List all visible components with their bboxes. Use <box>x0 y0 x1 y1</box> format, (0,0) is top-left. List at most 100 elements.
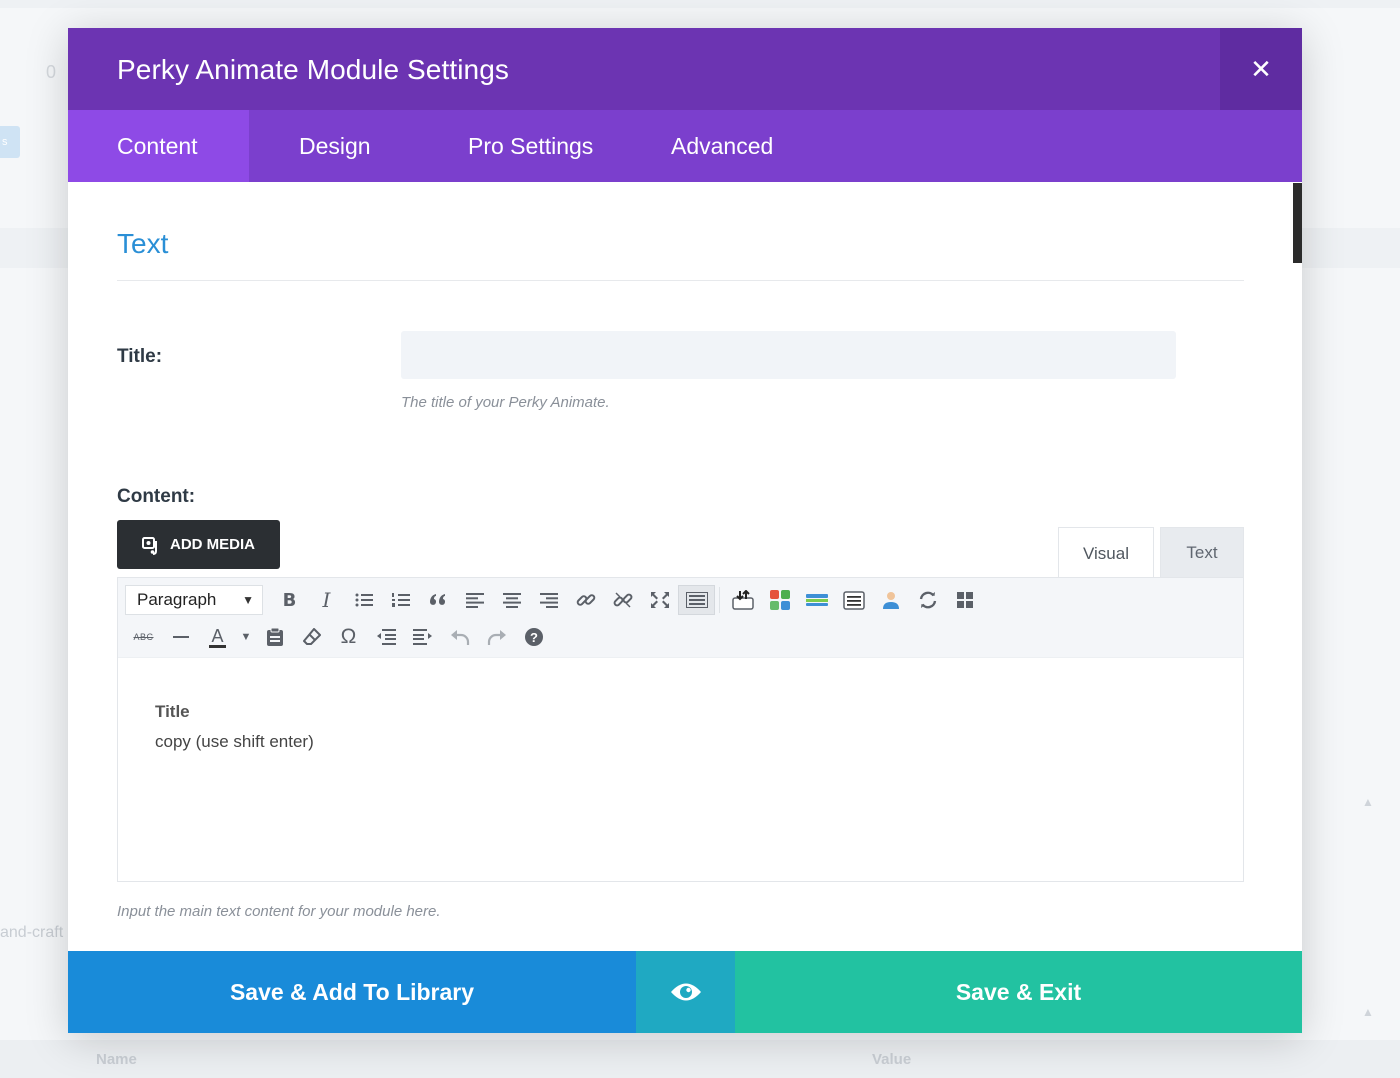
media-icon <box>142 535 162 555</box>
tab-pro-settings[interactable]: Pro Settings <box>429 110 651 182</box>
format-select-value: Paragraph <box>137 590 217 609</box>
chevron-down-icon: ▼ <box>242 593 254 607</box>
section-divider <box>117 280 1244 281</box>
text-color-dropdown[interactable]: ▼ <box>236 622 256 652</box>
bullet-list-icon <box>355 593 373 607</box>
horizontal-line-button[interactable] <box>162 622 199 652</box>
blockquote-icon <box>429 594 445 605</box>
tab-advanced[interactable]: Advanced <box>651 110 891 182</box>
stripes-icon <box>805 594 828 606</box>
title-label: Title: <box>117 346 163 367</box>
help-icon: ? <box>524 628 543 646</box>
background-footer <box>0 1040 1400 1078</box>
editor-toolbar: Paragraph ▼ B I ABC A ▼ Ω ? <box>118 578 1243 658</box>
align-left-button[interactable] <box>456 585 493 615</box>
help-button[interactable]: ? <box>515 622 552 652</box>
undo-icon <box>450 630 469 645</box>
redo-button[interactable] <box>478 622 515 652</box>
content-label: Content: <box>117 486 196 507</box>
tab-content[interactable]: Content <box>68 110 249 182</box>
unlink-icon <box>613 592 632 608</box>
text-color-icon: A <box>209 625 226 648</box>
align-center-button[interactable] <box>493 585 530 615</box>
content-hint: Input the main text content for your mod… <box>117 903 441 920</box>
scrollbar-thumb[interactable] <box>1293 183 1302 263</box>
outdent-button[interactable] <box>367 622 404 652</box>
close-button[interactable]: ✕ <box>1220 28 1302 110</box>
format-select[interactable]: Paragraph ▼ <box>125 585 263 615</box>
preview-button[interactable] <box>636 951 735 1033</box>
grid-icon <box>956 592 973 608</box>
fullscreen-icon <box>650 592 669 608</box>
upload-icon <box>731 590 754 610</box>
background-arrow-icon: ▲ <box>1362 1005 1374 1019</box>
strikethrough-button[interactable]: ABC <box>125 622 162 652</box>
editor-body-copy: copy (use shift enter) <box>155 732 314 751</box>
paste-text-button[interactable] <box>256 622 293 652</box>
toolbar-separator <box>719 587 720 613</box>
background-col-name: Name <box>96 1051 137 1068</box>
tab-design[interactable]: Design <box>249 110 429 182</box>
title-input[interactable] <box>401 331 1176 379</box>
horizontal-line-icon <box>172 636 189 638</box>
redo-icon <box>487 630 506 645</box>
editor-tab-text[interactable]: Text <box>1160 527 1244 578</box>
save-add-to-library-button[interactable]: Save & Add To Library <box>68 951 636 1033</box>
add-media-button[interactable]: ADD MEDIA <box>117 520 280 569</box>
omega-icon: Ω <box>340 625 357 648</box>
align-center-icon <box>502 592 521 608</box>
background-chip: s <box>0 126 20 158</box>
undo-button[interactable] <box>441 622 478 652</box>
toolbar-row-1: Paragraph ▼ B I <box>125 585 983 615</box>
insert-link-button[interactable] <box>567 585 604 615</box>
toolbar-row-2: ABC A ▼ Ω ? <box>125 622 552 652</box>
bold-button[interactable]: B <box>271 585 308 615</box>
content-editor: Paragraph ▼ B I ABC A ▼ Ω ? Title copy (… <box>117 577 1244 882</box>
align-right-icon <box>539 592 558 608</box>
layout-blocks-button[interactable] <box>761 585 798 615</box>
background-slug: and-craft <box>0 924 64 941</box>
indent-icon <box>412 629 432 645</box>
fullscreen-button[interactable] <box>641 585 678 615</box>
section-title[interactable]: Text <box>117 228 168 260</box>
insert-shortcode-button[interactable] <box>724 585 761 615</box>
bullet-list-button[interactable] <box>345 585 382 615</box>
user-profile-button[interactable] <box>872 585 909 615</box>
color-blocks-icon <box>769 590 790 610</box>
keyboard-icon <box>685 592 708 608</box>
italic-button[interactable]: I <box>308 585 345 615</box>
bold-icon: B <box>282 589 297 611</box>
editor-tab-visual[interactable]: Visual <box>1058 527 1154 579</box>
numbered-list-icon <box>391 593 410 607</box>
notepad-icon <box>842 591 865 610</box>
modal-title: Perky Animate Module Settings <box>117 54 509 85</box>
editor-body-title: Title <box>155 702 190 721</box>
background-counter: 0 <box>46 62 57 82</box>
add-media-label: ADD MEDIA <box>170 536 255 553</box>
numbered-list-button[interactable] <box>382 585 419 615</box>
editor-content-area[interactable]: Title copy (use shift enter) <box>118 658 1243 796</box>
save-exit-button[interactable]: Save & Exit <box>735 951 1302 1033</box>
background-top-bar <box>0 0 1400 8</box>
toolbar-toggle-button[interactable] <box>678 585 715 615</box>
blockquote-button[interactable] <box>419 585 456 615</box>
grid-button[interactable] <box>946 585 983 615</box>
refresh-button[interactable] <box>909 585 946 615</box>
indent-button[interactable] <box>404 622 441 652</box>
align-right-button[interactable] <box>530 585 567 615</box>
link-icon <box>576 594 595 606</box>
settings-tabs: Content Design Pro Settings Advanced <box>68 110 1302 182</box>
divider-insert-button[interactable] <box>798 585 835 615</box>
notepad-button[interactable] <box>835 585 872 615</box>
special-character-button[interactable]: Ω <box>330 622 367 652</box>
align-left-icon <box>465 592 484 608</box>
modal-header: Perky Animate Module Settings ✕ <box>68 28 1302 110</box>
modal-footer: Save & Add To Library Save & Exit <box>68 951 1302 1033</box>
background-arrow-icon: ▲ <box>1362 795 1374 809</box>
text-color-button[interactable]: A <box>199 622 236 652</box>
chevron-down-icon: ▼ <box>240 631 252 643</box>
clear-formatting-button[interactable] <box>293 622 330 652</box>
user-icon <box>882 592 899 609</box>
italic-icon: I <box>322 588 331 612</box>
remove-link-button[interactable] <box>604 585 641 615</box>
